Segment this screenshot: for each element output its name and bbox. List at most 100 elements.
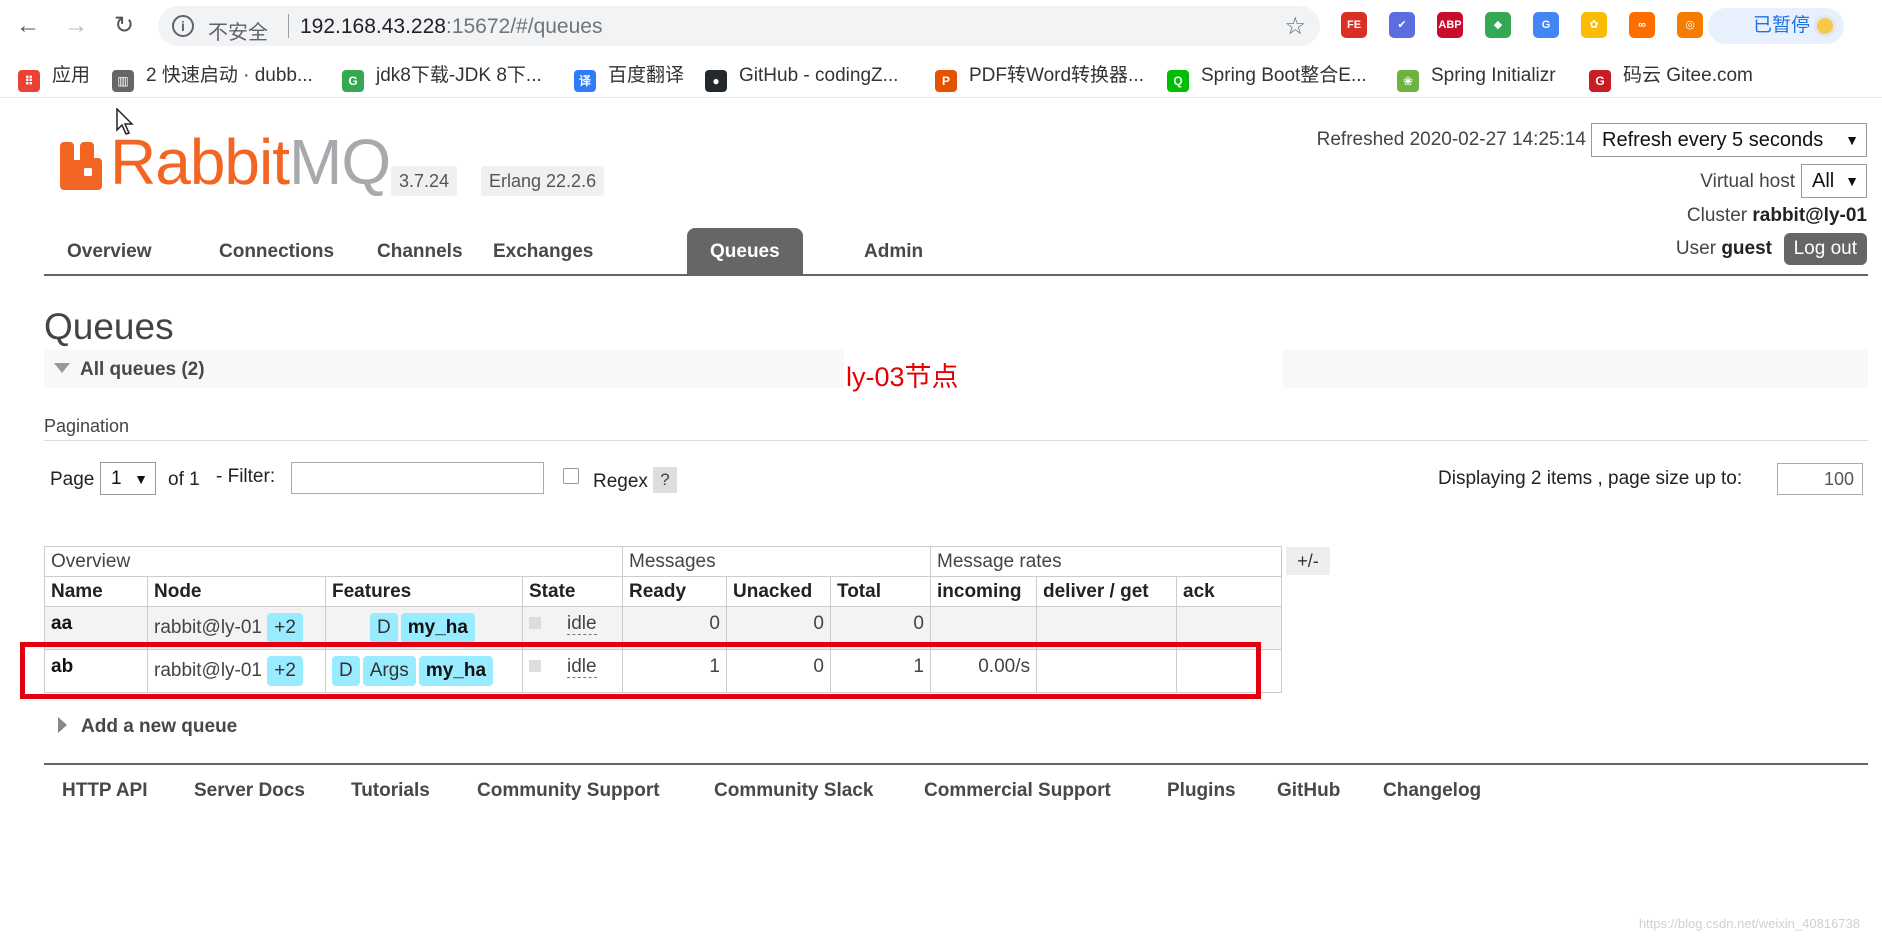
column-header[interactable]: ack: [1176, 576, 1282, 607]
policy-badge[interactable]: my_ha: [400, 613, 475, 643]
refresh-interval-select[interactable]: Refresh every 5 seconds ▼: [1591, 123, 1867, 157]
column-header[interactable]: incoming: [930, 576, 1037, 607]
back-icon[interactable]: ←: [14, 12, 42, 40]
url-text[interactable]: 192.168.43.228:15672/#/queues: [300, 15, 602, 39]
section-header-bar-right: [1283, 350, 1868, 388]
reload-icon[interactable]: ↻: [110, 12, 138, 40]
footer-link[interactable]: Community Slack: [714, 780, 873, 802]
translate-extension-icon[interactable]: G: [1533, 12, 1559, 38]
column-header[interactable]: Features: [325, 576, 523, 607]
footer-link[interactable]: GitHub: [1277, 780, 1340, 802]
bookmark-item[interactable]: ⠿ 应用: [18, 63, 91, 92]
footer: HTTP API Server Docs Tutorials Community Su…: [44, 763, 1868, 823]
footer-link[interactable]: Tutorials: [351, 780, 430, 802]
bookmarks-bar: ⠿ 应用 ▥ 2 快速启动 · dubb... Gjdk8下载-JDK 8下... 译百度…: [0, 52, 1882, 98]
page-size-input[interactable]: 100: [1777, 463, 1863, 495]
regex-checkbox[interactable]: [563, 468, 579, 484]
bookmark-label: GitHub - codingZ...: [739, 65, 899, 86]
page-select[interactable]: 1 ▼: [100, 462, 156, 495]
watermark: https://blog.csdn.net/weixin_40816738: [1638, 916, 1860, 931]
footer-link[interactable]: HTTP API: [62, 780, 148, 802]
column-header[interactable]: Name: [44, 576, 148, 607]
profile-paused-button[interactable]: 已暂停: [1708, 8, 1844, 44]
footer-link[interactable]: Plugins: [1167, 780, 1236, 802]
column-header[interactable]: Node: [147, 576, 326, 607]
apps-grid-icon: ⠿: [18, 70, 40, 92]
bookmark-item[interactable]: Gjdk8下载-JDK 8下...: [342, 63, 542, 92]
bookmark-label: 码云 Gitee.com: [1623, 65, 1753, 86]
bookmark-item[interactable]: G 码云 Gitee.com: [1589, 63, 1753, 92]
browser-toolbar: ← → ↻ i 不安全 192.168.43.228:15672/#/queue…: [0, 0, 1882, 52]
pagination-label: Pagination: [44, 416, 130, 436]
footer-link[interactable]: Changelog: [1383, 780, 1481, 802]
insecure-label[interactable]: 不安全: [208, 16, 268, 45]
bookmark-label: 百度翻译: [608, 65, 685, 86]
bookmark-item[interactable]: 译百度翻译: [574, 63, 685, 92]
displaying-label: Displaying 2 items , page size up to:: [1438, 468, 1743, 489]
all-queues-toggle[interactable]: All queues (2): [54, 359, 205, 381]
page-label: Page: [50, 469, 95, 490]
add-queue-toggle[interactable]: Add a new queue: [58, 716, 237, 738]
column-header[interactable]: Total: [830, 576, 931, 607]
tab-queues[interactable]: Queues: [687, 228, 803, 274]
virtual-host-select[interactable]: All ▼: [1801, 164, 1867, 198]
erlang-badge: Erlang 22.2.6: [481, 166, 605, 196]
node-name: rabbit@ly-01: [154, 617, 262, 638]
forward-icon[interactable]: →: [62, 12, 90, 40]
virtual-host-label: Virtual host: [1700, 171, 1795, 192]
translate-icon: 译: [574, 70, 596, 92]
group-header-messages: Messages: [622, 546, 931, 577]
column-header[interactable]: Unacked: [726, 576, 831, 607]
footer-link[interactable]: Commercial Support: [924, 780, 1111, 802]
column-header[interactable]: State: [522, 576, 623, 607]
column-header[interactable]: deliver / get: [1036, 576, 1177, 607]
bookmark-item[interactable]: ● GitHub - codingZ...: [705, 63, 899, 92]
pdf-icon: P: [935, 70, 957, 92]
bookmark-label: jdk8下载-JDK 8下...: [376, 65, 542, 86]
logo-wordmark: RabbitMQ: [110, 126, 391, 198]
bookmark-item[interactable]: ▥ 2 快速启动 · dubb...: [112, 63, 313, 92]
regex-label: Regex: [593, 471, 648, 492]
queue-name-link[interactable]: aa: [51, 613, 72, 634]
version-badge: 3.7.24: [391, 166, 458, 196]
lifebuoy-extension-icon[interactable]: ◎: [1677, 12, 1703, 38]
address-bar[interactable]: i 不安全 192.168.43.228:15672/#/queues ☆: [158, 6, 1320, 46]
expand-triangle-icon: [58, 717, 67, 733]
github-icon: ●: [705, 70, 727, 92]
abp-extension-icon[interactable]: ABP: [1437, 12, 1463, 38]
tab-overview[interactable]: Overview: [44, 228, 175, 274]
photos-extension-icon[interactable]: ✿: [1581, 12, 1607, 38]
page-title: Queues: [44, 306, 174, 347]
bookmark-item[interactable]: ❀ Spring Initializr: [1397, 63, 1556, 92]
bookmark-item[interactable]: Q Spring Boot整合E...: [1167, 63, 1367, 92]
footer-link[interactable]: Community Support: [477, 780, 660, 802]
tab-channels[interactable]: Channels: [354, 228, 486, 274]
bookmark-label: PDF转Word转换器...: [969, 65, 1144, 86]
tab-admin[interactable]: Admin: [841, 228, 946, 274]
footer-link[interactable]: Server Docs: [194, 780, 305, 802]
info-icon[interactable]: i: [172, 15, 194, 37]
bookmark-label: 应用: [52, 65, 91, 86]
state-label: idle: [567, 613, 597, 635]
page-of-label: of 1: [168, 469, 200, 490]
filter-input[interactable]: [291, 462, 544, 494]
refreshed-timestamp: Refreshed 2020-02-27 14:25:14: [1316, 129, 1586, 150]
regex-help-button[interactable]: ?: [653, 467, 677, 493]
bookmark-label: Spring Initializr: [1431, 65, 1556, 86]
main-nav-tabs: Overview Connections Channels Exchanges Queu…: [44, 228, 1868, 276]
bookmark-label: Spring Boot整合E...: [1201, 65, 1367, 86]
group-header-message-rates: Message rates: [930, 546, 1282, 577]
color-extension-icon[interactable]: ◆: [1485, 12, 1511, 38]
column-header[interactable]: Ready: [622, 576, 727, 607]
tab-connections[interactable]: Connections: [196, 228, 357, 274]
gitee-icon: G: [1589, 70, 1611, 92]
bookmark-item[interactable]: P PDF转Word转换器...: [935, 63, 1144, 92]
infinity-extension-icon[interactable]: ∞: [1629, 12, 1655, 38]
column-toggle-button[interactable]: +/-: [1286, 547, 1330, 575]
mirror-count-badge: +2: [267, 613, 303, 643]
tab-exchanges[interactable]: Exchanges: [470, 228, 616, 274]
check-extension-icon[interactable]: ✔: [1389, 12, 1415, 38]
chevron-down-icon: ▼: [1845, 132, 1859, 148]
fe-extension-icon[interactable]: FE: [1341, 12, 1367, 38]
bookmark-star-icon[interactable]: ☆: [1284, 12, 1306, 41]
